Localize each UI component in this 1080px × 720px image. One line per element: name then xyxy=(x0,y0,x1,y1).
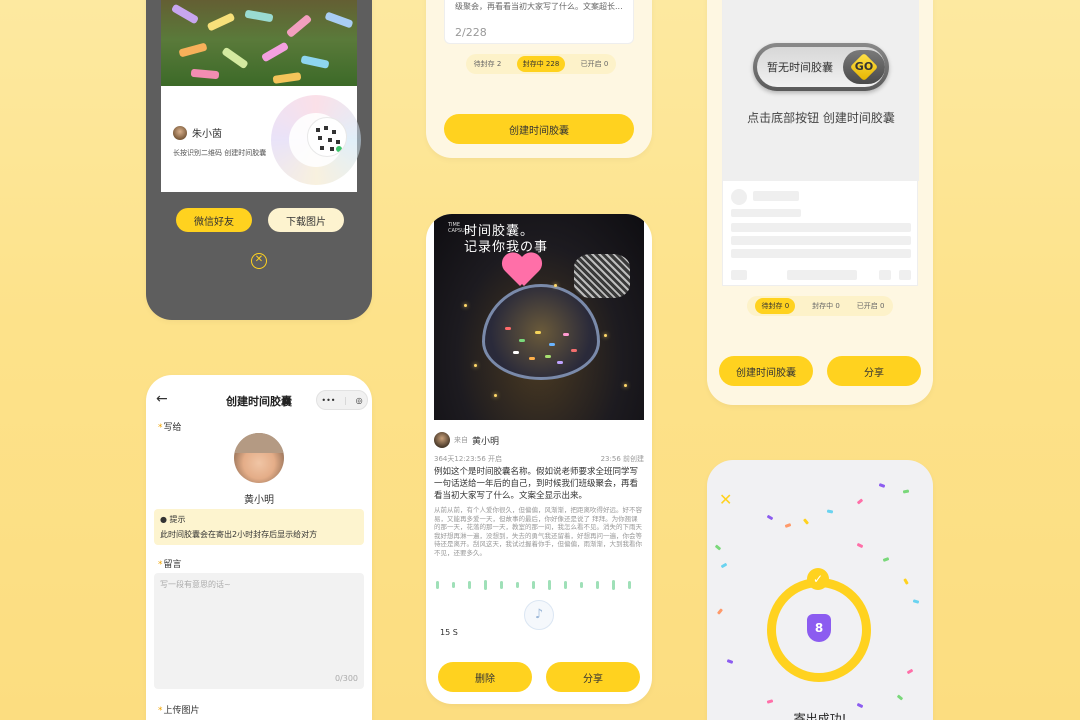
empty-illustration: 暂无时间胶囊 GO 点击底部按钮 创建时间胶囊 xyxy=(723,0,919,181)
capsule-card[interactable]: 级聚会，再看看当初大家写了什么。文案超长... 2/228 xyxy=(444,0,634,44)
empty-panel: 暂无时间胶囊 GO 点击底部按钮 创建时间胶囊 xyxy=(722,0,919,286)
author-name: 朱小茵 xyxy=(192,129,222,140)
tab-opened[interactable]: 已开启 0 xyxy=(857,301,885,311)
author-name: 黄小明 xyxy=(472,436,500,447)
recipient-avatar[interactable] xyxy=(234,433,284,483)
share-button[interactable]: 分享 xyxy=(546,662,640,692)
nav-bar: ← 创建时间胶囊 ••• | ◎ xyxy=(146,387,372,415)
capsule-body-secondary: 从前从前，有个人爱你很久，但偏偏，风渐渐，把距离吹得好远。好不容易，又能再多爱一… xyxy=(434,506,642,557)
heart-box xyxy=(482,284,600,380)
message-label: 留言 xyxy=(158,557,182,570)
tab-pending[interactable]: 待封存 0 xyxy=(755,298,796,314)
detail-author: 来自 黄小明 xyxy=(434,432,499,448)
speaker-icon[interactable]: ♪ xyxy=(524,600,554,630)
create-capsule-button[interactable]: 创建时间胶囊 xyxy=(444,114,634,144)
skeleton-line xyxy=(731,249,911,258)
skeleton-line xyxy=(731,270,747,280)
capsule-snippet: 级聚会，再看看当初大家写了什么。文案超长... xyxy=(455,2,623,11)
poster-hint: 长按识别二维码 创建时间胶囊 xyxy=(173,149,267,157)
create-capsule-screen: ← 创建时间胶囊 ••• | ◎ 写给 黄小明 ● 提示 此时间胶囊会在寄出2小… xyxy=(146,375,372,720)
card-counter: 2/228 xyxy=(455,26,487,39)
toggle-label: 暂无时间胶囊 xyxy=(767,61,833,74)
avatar xyxy=(173,125,187,140)
poster-author: 朱小茵 xyxy=(173,125,222,140)
audio-duration: 15 S xyxy=(440,628,458,637)
go-diamond-icon: GO xyxy=(849,52,879,82)
skeleton-line xyxy=(879,270,891,280)
notice-box: ● 提示 此时间胶囊会在寄出2小时封存后显示给对方 xyxy=(154,509,364,545)
word-count: 0/300 xyxy=(334,674,358,683)
notice-title: ● 提示 xyxy=(160,515,186,524)
skeleton-line xyxy=(731,209,801,217)
open-countdown: 364天12:23:56 开启 xyxy=(434,455,503,463)
hero-side-text: TIME CAPSULE xyxy=(448,222,471,234)
poster-photo xyxy=(161,0,357,86)
notice-text: 此时间胶囊会在寄出2小时封存后显示给对方 xyxy=(160,530,318,539)
download-image-button[interactable]: 下载图片 xyxy=(268,208,344,232)
target-icon[interactable]: ◎ xyxy=(356,396,363,405)
status-tabs: 待封存 2 封存中 228 已开启 0 xyxy=(466,54,616,74)
empty-list-screen: 暂无时间胶囊 GO 点击底部按钮 创建时间胶囊 待封存 0 封存中 0 已开启 … xyxy=(707,0,933,405)
send-success-screen: ✕ ✓ 8 寄出成功! xyxy=(707,460,933,720)
ribbon-bow xyxy=(574,254,630,298)
avatar xyxy=(434,432,450,448)
tab-pending[interactable]: 待封存 2 xyxy=(474,59,502,69)
hero-image: TIME CAPSULE 时间胶囊。 记录你我の事 xyxy=(434,214,644,420)
check-icon: ✓ xyxy=(807,568,829,590)
info-icon: ● xyxy=(160,515,170,524)
created-time: 23:56 前创建 xyxy=(600,455,644,463)
share-button[interactable]: 分享 xyxy=(827,356,921,386)
create-capsule-button[interactable]: 创建时间胶囊 xyxy=(719,356,813,386)
poster-card: 朱小茵 长按识别二维码 创建时间胶囊 xyxy=(161,0,361,192)
shield-badge-icon: 8 xyxy=(807,614,831,642)
to-label: 写给 xyxy=(158,420,182,433)
skeleton-line xyxy=(731,223,911,232)
heart-icon xyxy=(502,254,542,290)
share-poster-screen: 朱小茵 长按识别二维码 创建时间胶囊 微信好友 下载图片 ✕ xyxy=(146,0,372,320)
mini-program-capsule: ••• | ◎ xyxy=(316,390,368,410)
go-toggle[interactable]: 暂无时间胶囊 GO xyxy=(753,43,889,91)
message-textarea[interactable]: 写一段有意思的话~ 0/300 xyxy=(154,573,364,689)
skeleton-line xyxy=(753,191,799,201)
tab-opened[interactable]: 已开启 0 xyxy=(581,59,609,69)
capsule-detail-screen: TIME CAPSULE 时间胶囊。 记录你我の事 来自 黄小明 364天12:… xyxy=(426,214,652,704)
tab-sealed[interactable]: 封存中 228 xyxy=(516,56,566,72)
message-placeholder: 写一段有意思的话~ xyxy=(160,580,231,589)
empty-tip: 点击底部按钮 创建时间胶囊 xyxy=(747,111,895,125)
close-circle-icon[interactable]: ✕ xyxy=(251,253,267,269)
recipient-name: 黄小明 xyxy=(244,495,274,506)
skeleton-line xyxy=(787,270,857,280)
close-icon[interactable]: ✕ xyxy=(719,490,732,509)
from-label: 来自 xyxy=(454,436,468,444)
delete-button[interactable]: 删除 xyxy=(438,662,532,692)
status-tabs: 待封存 0 封存中 0 已开启 0 xyxy=(747,296,893,316)
capsule-list-screen: 级聚会，再看看当初大家写了什么。文案超长... 2/228 待封存 2 封存中 … xyxy=(426,0,652,158)
go-label: GO xyxy=(854,60,874,73)
success-message: 寄出成功! xyxy=(793,712,847,720)
go-button[interactable]: GO xyxy=(843,50,885,84)
qr-code-icon xyxy=(307,117,347,157)
more-icon[interactable]: ••• xyxy=(321,396,335,405)
skeleton-line xyxy=(899,270,911,280)
skeleton-line xyxy=(731,236,911,245)
upload-label: 上传图片 xyxy=(158,703,200,716)
share-wechat-button[interactable]: 微信好友 xyxy=(176,208,252,232)
skeleton-avatar xyxy=(731,189,747,205)
capsule-body: 例如这个是时间胶囊名称。假如说老师要求全班同学写一句话送给一年后的自己，到时候我… xyxy=(434,467,639,501)
audio-waveform xyxy=(436,578,642,592)
tab-sealed[interactable]: 封存中 0 xyxy=(812,301,840,311)
